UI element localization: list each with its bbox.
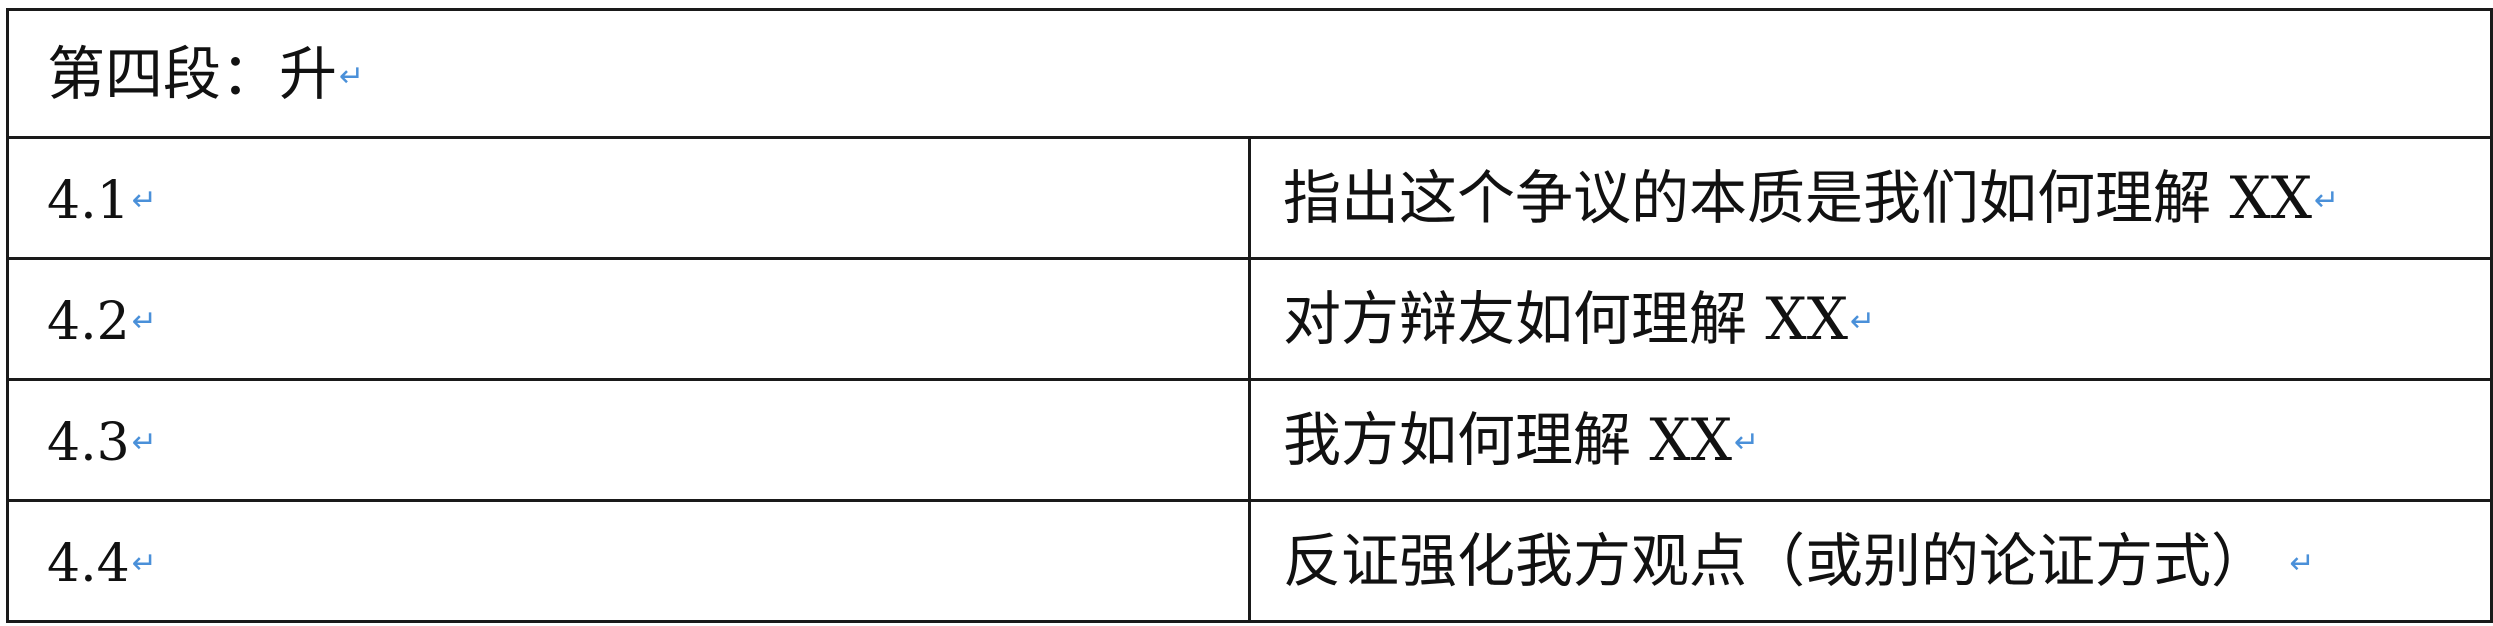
- row-text: 反证强化我方观点（或别的论证方式）: [1283, 527, 2270, 595]
- row-text: 对方辩友如何理解 XX: [1283, 285, 1849, 353]
- paragraph-mark-icon: ↵: [2289, 546, 2315, 581]
- table-header-row: 第四段：升↵: [6, 8, 2493, 139]
- row-text: 指出这个争议的本质是我们如何理解 XX: [1283, 164, 2313, 232]
- paragraph-mark-icon: ↵: [1734, 425, 1760, 460]
- table-row: 4.2↵ 对方辩友如何理解 XX↵: [6, 257, 2493, 381]
- table-row: 4.1↵ 指出这个争议的本质是我们如何理解 XX↵: [6, 136, 2493, 260]
- paragraph-mark-icon: ↵: [131, 183, 157, 218]
- row-number: 4.3: [47, 413, 130, 473]
- row-text-cell[interactable]: 反证强化我方观点（或别的论证方式） ↵: [1248, 499, 2493, 623]
- paragraph-mark-icon: ↵: [1850, 304, 1876, 339]
- paragraph-mark-icon: ↵: [2314, 183, 2340, 218]
- row-number-cell[interactable]: 4.1↵: [6, 136, 1251, 260]
- row-number-cell[interactable]: 4.3↵: [6, 378, 1251, 502]
- paragraph-mark-icon: ↵: [131, 304, 157, 339]
- table-row: 4.4↵ 反证强化我方观点（或别的论证方式） ↵: [6, 499, 2493, 623]
- row-number: 4.1: [47, 171, 130, 231]
- outline-table: 第四段：升↵ 4.1↵ 指出这个争议的本质是我们如何理解 XX↵ 4.2↵ 对方…: [6, 8, 2493, 623]
- section-title: 第四段：升: [47, 39, 338, 108]
- row-number: 4.4: [47, 534, 130, 594]
- row-number: 4.2: [47, 292, 130, 352]
- row-text-cell[interactable]: 我方如何理解 XX↵: [1248, 378, 2493, 502]
- row-text-cell[interactable]: 对方辩友如何理解 XX↵: [1248, 257, 2493, 381]
- paragraph-mark-icon: ↵: [131, 425, 157, 460]
- row-number-cell[interactable]: 4.2↵: [6, 257, 1251, 381]
- row-number-cell[interactable]: 4.4↵: [6, 499, 1251, 623]
- paragraph-mark-icon: ↵: [131, 546, 157, 581]
- row-text-cell[interactable]: 指出这个争议的本质是我们如何理解 XX↵: [1248, 136, 2493, 260]
- paragraph-mark-icon: ↵: [339, 58, 365, 94]
- table-row: 4.3↵ 我方如何理解 XX↵: [6, 378, 2493, 502]
- row-text: 我方如何理解 XX: [1283, 406, 1733, 474]
- header-cell[interactable]: 第四段：升↵: [6, 8, 2493, 139]
